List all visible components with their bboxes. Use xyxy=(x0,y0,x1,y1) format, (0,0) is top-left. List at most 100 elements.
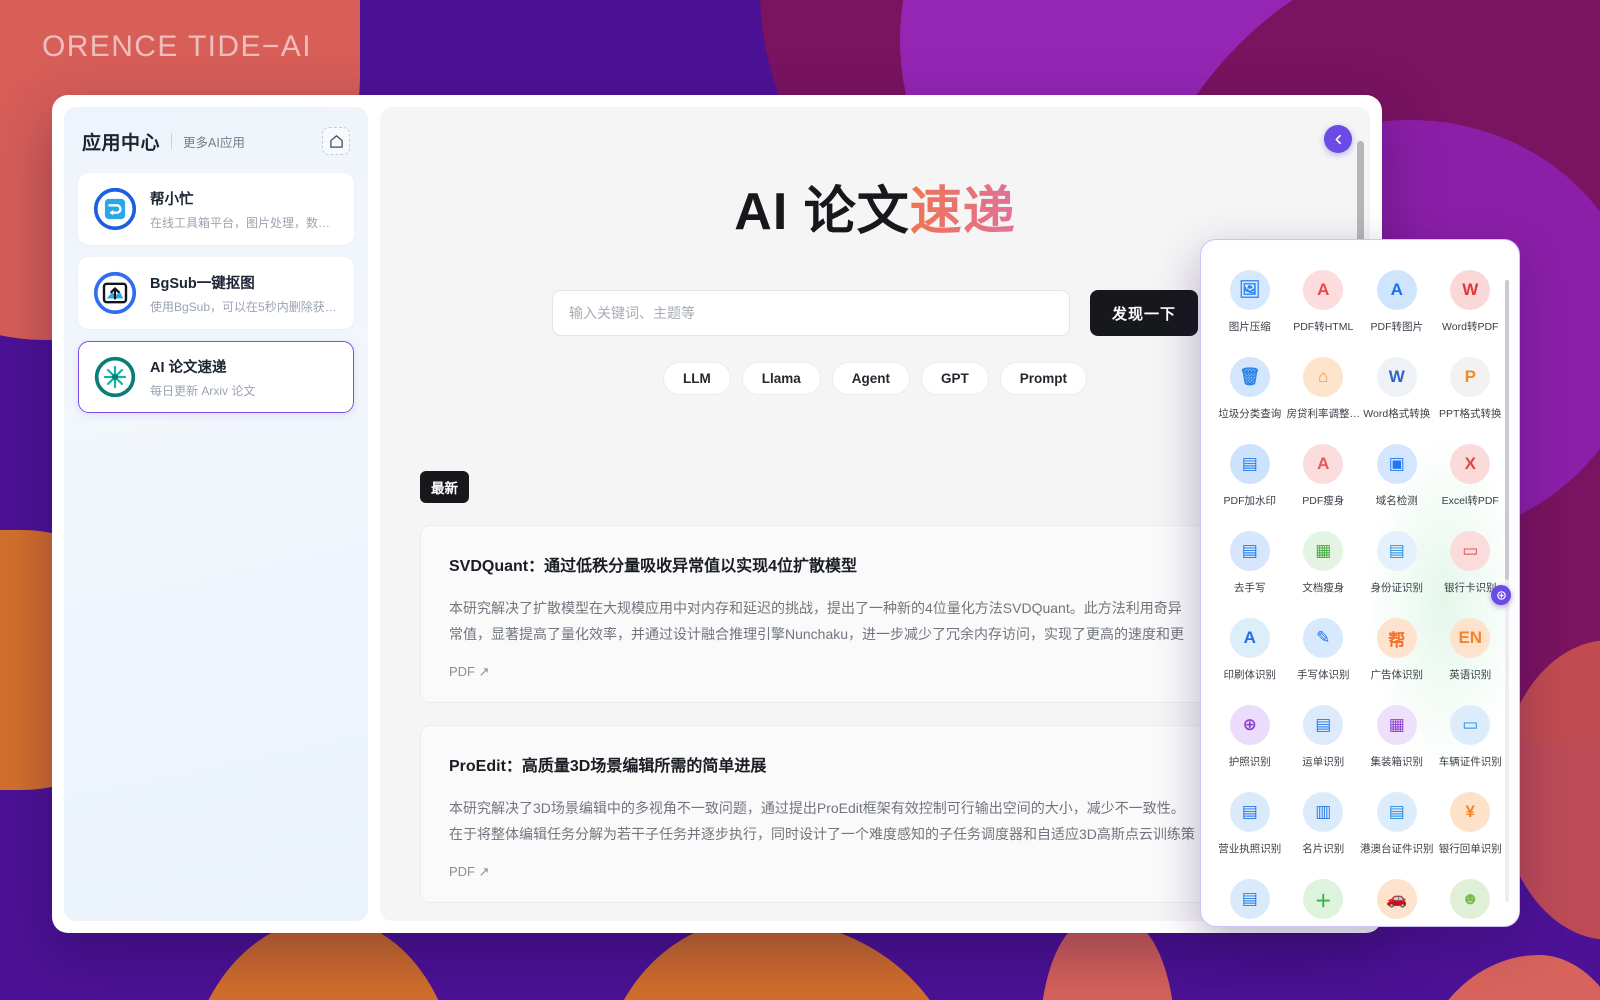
tool-item[interactable]: X Excel转PDF xyxy=(1434,436,1508,523)
tool-item[interactable]: W Word格式转换 xyxy=(1360,349,1434,436)
paper-title: ProEdit：高质量3D场景编辑所需的简单进展 xyxy=(449,758,767,775)
tool-item[interactable]: ▤ 运单识别 xyxy=(1287,697,1361,784)
tool-icon: 🖼 xyxy=(1229,270,1270,310)
tool-item[interactable]: A PDF转图片 xyxy=(1360,262,1434,349)
tool-item[interactable]: 🚗 xyxy=(1360,871,1434,920)
tag-chip[interactable]: GPT xyxy=(921,362,989,395)
tool-label: 域名检测 xyxy=(1375,495,1418,507)
tool-icon: 帮 xyxy=(1376,618,1417,658)
tool-label: 车辆证件识别 xyxy=(1438,756,1502,768)
paper-title: SVDQuant：通过低秩分量吸收异常值以实现4位扩散模型 xyxy=(449,558,858,575)
tool-item[interactable]: A 印刷体识别 xyxy=(1213,610,1287,697)
tool-item[interactable]: ☻ xyxy=(1434,871,1508,920)
tool-icon: ▭ xyxy=(1450,531,1491,571)
tool-icon: ☻ xyxy=(1450,879,1491,919)
page-title-plain: AI 论文 xyxy=(734,183,910,241)
home-button[interactable] xyxy=(322,127,350,155)
tag-chip[interactable]: Llama xyxy=(741,362,821,395)
tool-item[interactable]: ▤ xyxy=(1213,871,1287,920)
tool-label: Excel转PDF xyxy=(1441,495,1499,507)
tool-item[interactable]: A PDF瘦身 xyxy=(1287,436,1361,523)
collapse-panel-button[interactable] xyxy=(1324,125,1352,153)
tag-chip[interactable]: LLM xyxy=(662,362,731,395)
tool-item[interactable]: ▤ 港澳台证件识别 xyxy=(1360,784,1434,871)
tools-scrollbar-thumb[interactable] xyxy=(1505,280,1509,580)
discover-button[interactable]: 发现一下 xyxy=(1089,290,1198,336)
paper-abstract-line: 本研究解决了3D场景编辑中的多视角不一致问题，通过提出ProEdit框架有效控制… xyxy=(449,800,1185,816)
app-window: 应用中心 更多AI应用 帮小忙 在线工具箱平台，图片处理，数据换算… xyxy=(52,95,1382,933)
tool-item[interactable]: ▤ 去手写 xyxy=(1213,523,1287,610)
tag-chip[interactable]: Agent xyxy=(831,362,910,395)
tool-item[interactable]: EN 英语识别 xyxy=(1434,610,1508,697)
sidebar-app-arxiv[interactable]: AI 论文速递 每日更新 Arxiv 论文 xyxy=(78,341,354,413)
tool-icon: ▤ xyxy=(1229,531,1270,571)
tag-chip[interactable]: Prompt xyxy=(999,362,1088,395)
tool-item[interactable]: ▤ PDF加水印 xyxy=(1213,436,1287,523)
tool-icon: ▤ xyxy=(1376,531,1417,571)
tool-icon: ¥ xyxy=(1450,792,1491,832)
tool-item[interactable]: ＋ xyxy=(1287,871,1361,920)
tool-item[interactable]: ▣ 域名检测 xyxy=(1360,436,1434,523)
tool-item[interactable]: W Word转PDF xyxy=(1434,262,1508,349)
tool-icon: W xyxy=(1450,270,1491,310)
tool-item[interactable]: ✎ 手写体识别 xyxy=(1287,610,1361,697)
tool-label: 图片压缩 xyxy=(1228,321,1271,333)
side-floating-button[interactable] xyxy=(1491,585,1511,605)
paper-abstract-line: 在于将整体编辑任务分解为若干子任务并逐步执行，同时设计了一个难度感知的子任务调度… xyxy=(449,825,1195,842)
tool-label: 印刷体识别 xyxy=(1223,669,1277,681)
tool-item[interactable]: ¥ 银行回单识别 xyxy=(1434,784,1508,871)
plus-circle-icon xyxy=(1496,590,1506,600)
tool-label: 去手写 xyxy=(1234,582,1266,594)
tool-item[interactable]: ▥ 名片识别 xyxy=(1287,784,1361,871)
tool-item[interactable]: 帮广告体识别 xyxy=(1360,610,1434,697)
paper-card[interactable]: ProEdit：高质量3D场景编辑所需的简单进展 本研究解决了3D场景编辑中的多… xyxy=(420,725,1330,903)
tool-label: 垃圾分类查询 xyxy=(1218,408,1282,420)
search-input[interactable] xyxy=(551,290,1070,336)
tool-label: 护照识别 xyxy=(1228,756,1271,768)
tool-icon: P xyxy=(1450,357,1491,397)
tool-item[interactable]: ▤ 身份证识别 xyxy=(1360,523,1434,610)
tools-grid: 🖼 图片压缩 A PDF转HTML A PDF转图片 W Word转PDF 🗑 垃圾分类查询 ⌂ 房贷… xyxy=(1207,246,1513,920)
app-text-block: AI 论文速递 每日更新 Arxiv 论文 xyxy=(150,356,255,399)
app-name: AI 论文速递 xyxy=(150,359,227,376)
tool-item[interactable]: 🗑 垃圾分类查询 xyxy=(1213,349,1287,436)
sidebar-app-bgsub[interactable]: BgSub一键抠图 使用BgSub，可以在5秒内删除获取替… xyxy=(78,257,354,329)
paper-card[interactable]: SVDQuant：通过低秩分量吸收异常值以实现4位扩散模型 本研究解决了扩散模型… xyxy=(420,525,1330,703)
tool-item[interactable]: ▤ 营业执照识别 xyxy=(1213,784,1287,871)
tag-row: LLM Llama Agent GPT Prompt xyxy=(420,362,1330,395)
tool-label: Word格式转换 xyxy=(1363,408,1431,420)
app-description: 每日更新 Arxiv 论文 xyxy=(150,383,256,398)
tool-icon: EN xyxy=(1450,618,1491,658)
tool-label: 银行回单识别 xyxy=(1438,843,1502,855)
paper-pdf-link[interactable]: PDF ↗ xyxy=(449,864,1301,880)
tool-item[interactable]: ▦ 集装箱识别 xyxy=(1360,697,1434,784)
tool-label: 广告体识别 xyxy=(1370,669,1424,681)
tool-item[interactable]: P PPT格式转换 xyxy=(1434,349,1508,436)
tool-icon: 🗑 xyxy=(1229,357,1270,397)
tool-label: PPT格式转换 xyxy=(1439,408,1502,420)
tool-item[interactable]: A PDF转HTML xyxy=(1287,262,1361,349)
paper-pdf-link[interactable]: PDF ↗ xyxy=(449,664,1301,680)
paper-abstract-line: 本研究解决了扩散模型在大规模应用中对内存和延迟的挑战，提出了一种新的4位量化方法… xyxy=(449,600,1182,616)
sidebar: 应用中心 更多AI应用 帮小忙 在线工具箱平台，图片处理，数据换算… xyxy=(64,107,368,921)
paper-abstract: 本研究解决了扩散模型在大规模应用中对内存和延迟的挑战，提出了一种新的4位量化方法… xyxy=(449,596,1301,648)
tools-panel: 🖼 图片压缩 A PDF转HTML A PDF转图片 W Word转PDF 🗑 垃圾分类查询 ⌂ 房贷… xyxy=(1200,239,1520,927)
tool-icon: ▤ xyxy=(1229,444,1270,484)
tool-label: 银行卡识别 xyxy=(1444,582,1497,594)
paper-abstract-line: 常值，显著提高了量化效率，并通过设计融合推理引擎Nunchaku，进一步减少了冗… xyxy=(449,625,1185,642)
tool-item[interactable]: ▭ 车辆证件识别 xyxy=(1434,697,1508,784)
app-text-block: 帮小忙 在线工具箱平台，图片处理，数据换算… xyxy=(150,188,339,231)
tool-item[interactable]: ⌂ 房贷利率调整… xyxy=(1287,349,1360,436)
sidebar-app-banxiaomang[interactable]: 帮小忙 在线工具箱平台，图片处理，数据换算… xyxy=(78,173,354,245)
sidebar-header: 应用中心 更多AI应用 xyxy=(78,123,354,155)
tool-item[interactable]: ⊕ 护照识别 xyxy=(1213,697,1287,784)
tool-item[interactable]: 🖼 图片压缩 xyxy=(1213,262,1287,349)
tool-icon: X xyxy=(1450,444,1491,484)
app-description: 在线工具箱平台，图片处理，数据换算… xyxy=(150,215,339,230)
tool-icon: A xyxy=(1303,270,1344,310)
tool-label: 营业执照识别 xyxy=(1218,843,1282,855)
tool-icon: ▥ xyxy=(1303,792,1344,832)
banxiaomang-icon xyxy=(93,187,137,231)
tool-icon: ▤ xyxy=(1376,792,1417,832)
tool-item[interactable]: ▦ 文档瘦身 xyxy=(1287,523,1361,610)
